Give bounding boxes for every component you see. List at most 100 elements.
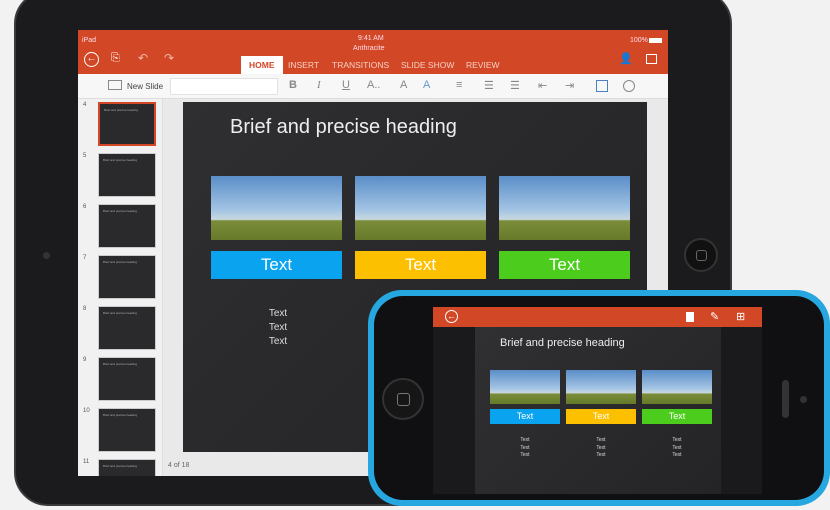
phone-title-bar: ← ✎ ⊞: [433, 307, 762, 327]
text-label: Text: [566, 409, 636, 424]
slide-thumbnail[interactable]: Brief and precise heading: [98, 204, 156, 248]
text-label[interactable]: Text: [499, 251, 630, 279]
thumbnail-title: Brief and precise heading: [104, 108, 139, 112]
slide-counter: 4 of 18: [168, 462, 190, 469]
bullet-list: Text Text Text: [662, 437, 692, 460]
thumbnail-number: 10: [83, 408, 90, 414]
new-slide-icon: [108, 80, 122, 90]
slide-heading: Brief and precise heading: [500, 337, 625, 349]
thumbnail-title: Brief and precise heading: [103, 362, 138, 366]
outdent-icon[interactable]: ⇤: [538, 79, 547, 92]
bullet-item: Text: [268, 308, 288, 319]
bullet-item: Text: [520, 452, 530, 458]
speaker: [782, 380, 789, 418]
text-label[interactable]: Text: [355, 251, 486, 279]
new-slide-button[interactable]: New Slide: [127, 82, 163, 91]
thumbnail-number: 7: [83, 255, 87, 261]
thumbnail-number: 5: [83, 153, 87, 159]
slide-thumbnail[interactable]: Brief and precise heading: [98, 459, 156, 476]
clock: 9:41 AM: [358, 35, 384, 42]
camera-icon: [800, 396, 807, 403]
bullets-icon[interactable]: ☰: [484, 79, 494, 92]
back-icon[interactable]: ←: [445, 310, 458, 323]
tab-slide-show[interactable]: SLIDE SHOW: [393, 56, 462, 74]
slide-heading[interactable]: Brief and precise heading: [230, 116, 457, 139]
bold-button[interactable]: B: [289, 79, 297, 91]
slide-thumbnail[interactable]: Brief and precise heading: [98, 102, 156, 146]
camera-icon: [43, 252, 50, 259]
tab-home[interactable]: HOME: [241, 56, 283, 74]
text-label[interactable]: Text: [211, 251, 342, 279]
share-person-icon[interactable]: 👤: [619, 52, 633, 65]
bullet-list: Text Text Text: [510, 437, 540, 460]
thumbnail-title: Brief and precise heading: [103, 311, 138, 315]
thumbnail-title: Brief and precise heading: [103, 158, 138, 162]
bullet-item: Text: [520, 444, 530, 451]
home-button[interactable]: [382, 378, 424, 420]
present-icon[interactable]: [646, 54, 657, 64]
shapes-icon[interactable]: [623, 80, 635, 92]
text-label: Text: [490, 409, 560, 424]
font-color-button[interactable]: A: [400, 79, 407, 91]
back-icon[interactable]: ←: [84, 52, 99, 67]
indent-icon[interactable]: ⇥: [565, 79, 574, 92]
thumbnail-number: 8: [83, 306, 87, 312]
italic-button[interactable]: I: [317, 79, 321, 91]
redo-icon[interactable]: ↷: [164, 51, 174, 65]
file-icon[interactable]: ⎘: [111, 52, 120, 65]
home-button[interactable]: [684, 238, 718, 272]
slide-thumbnail[interactable]: Brief and precise heading: [98, 153, 156, 197]
carrier: iPad: [82, 37, 97, 44]
bullet-list: Text Text Text: [586, 437, 616, 460]
landscape-image: [566, 370, 636, 404]
highlight-button[interactable]: A: [423, 79, 430, 91]
font-size-button[interactable]: A..: [367, 79, 380, 91]
bullet-item: Text: [520, 437, 530, 443]
text-box-icon[interactable]: [596, 80, 608, 92]
slide-thumbnail[interactable]: Brief and precise heading: [98, 255, 156, 299]
tab-review[interactable]: REVIEW: [458, 56, 508, 74]
font-select[interactable]: [170, 78, 278, 95]
slide-thumbnail[interactable]: Brief and precise heading: [98, 306, 156, 350]
tab-transitions[interactable]: TRANSITIONS: [324, 56, 397, 74]
thumbnail-title: Brief and precise heading: [103, 260, 138, 264]
numbering-icon[interactable]: ☰: [510, 79, 520, 92]
thumbnail-number: 4: [83, 102, 87, 108]
battery-level: 100%: [630, 37, 648, 44]
bullet-item: Text: [596, 452, 606, 458]
ribbon: New Slide B I U A.. A A ≡ ☰ ☰ ⇤ ⇥: [78, 74, 668, 99]
slide-thumbnail[interactable]: Brief and precise heading: [98, 408, 156, 452]
thumbnail-number: 9: [83, 357, 87, 363]
phone-slide[interactable]: Brief and precise heading Text Text Text…: [475, 327, 721, 494]
bullet-item: Text: [596, 444, 606, 451]
bullet-item: Text: [672, 452, 682, 458]
landscape-image: [490, 370, 560, 404]
text-label: Text: [642, 409, 712, 424]
align-left-icon[interactable]: ≡: [456, 79, 462, 91]
landscape-image: [211, 176, 342, 240]
bullet-item: Text: [596, 437, 606, 443]
thumbnail-title: Brief and precise heading: [103, 413, 138, 417]
bullet-item: Text: [672, 437, 682, 443]
grid-icon[interactable]: ⊞: [736, 310, 745, 323]
bullet-item: Text: [268, 336, 288, 347]
tab-insert[interactable]: INSERT: [280, 56, 327, 74]
bullet-list[interactable]: Text Text Text: [253, 307, 303, 349]
thumbnail-number: 11: [83, 459, 90, 465]
iphone-screen: ← ✎ ⊞ Brief and precise heading Text Tex…: [433, 307, 762, 494]
thumbnail-title: Brief and precise heading: [103, 209, 138, 213]
title-bar: iPad 9:41 AM Anthracite 100% ← ⎘ ↶ ↷ HOM…: [78, 30, 668, 74]
bullet-item: Text: [268, 322, 288, 333]
landscape-image: [642, 370, 712, 404]
landscape-image: [355, 176, 486, 240]
underline-button[interactable]: U: [342, 79, 350, 91]
edit-icon[interactable]: ✎: [710, 310, 719, 323]
file-icon[interactable]: [686, 312, 694, 322]
slide-thumbnails: 4 Brief and precise heading 5 Brief and pre…: [78, 99, 163, 476]
undo-icon[interactable]: ↶: [138, 51, 148, 65]
bullet-item: Text: [672, 444, 682, 451]
battery-icon: [649, 38, 662, 43]
thumbnail-title: Brief and precise heading: [103, 464, 138, 468]
landscape-image: [499, 176, 630, 240]
slide-thumbnail[interactable]: Brief and precise heading: [98, 357, 156, 401]
